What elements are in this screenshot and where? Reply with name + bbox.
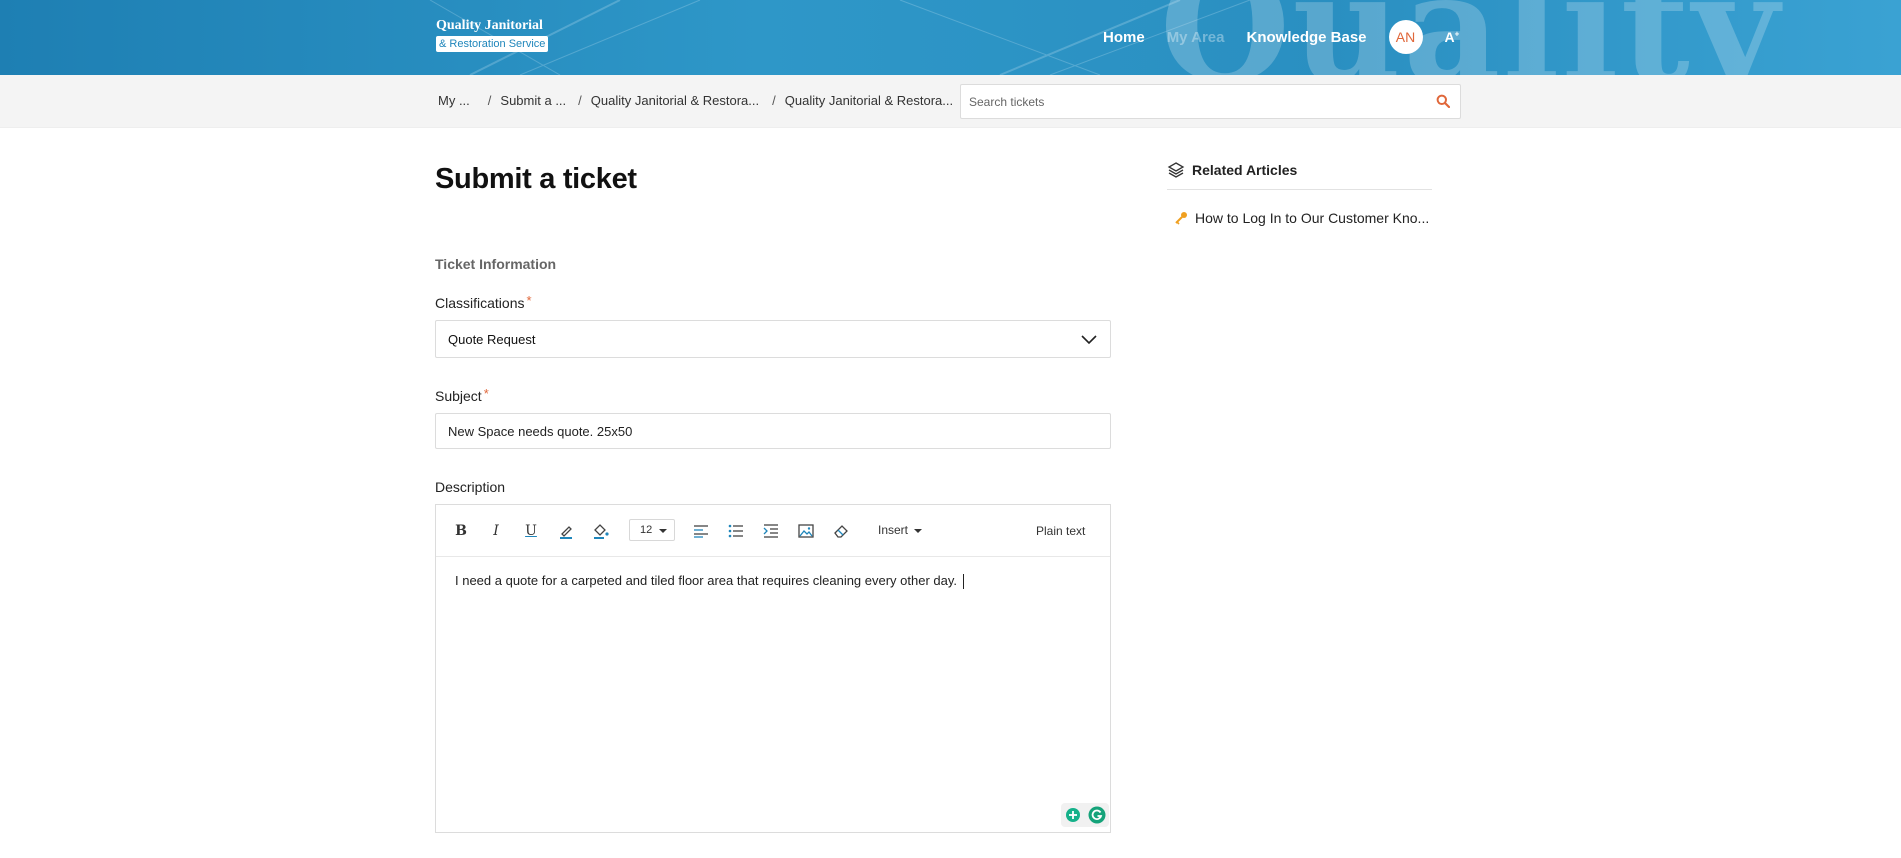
subject-value: New Space needs quote. 25x50: [448, 424, 633, 439]
paint-bucket-icon: [594, 524, 609, 539]
insert-label: Insert: [878, 523, 909, 537]
breadcrumb-item-submit[interactable]: Submit a ...: [500, 93, 566, 108]
clear-format-button[interactable]: [833, 522, 849, 540]
font-size-dropdown[interactable]: 12: [629, 519, 675, 541]
subject-label-text: Subject: [435, 388, 482, 404]
breadcrumb-bar: My ... / Submit a ... / Quality Janitori…: [0, 75, 1901, 128]
font-size-toggle[interactable]: A+: [1445, 29, 1460, 45]
search-icon[interactable]: [1436, 94, 1450, 108]
logo-line-2: & Restoration Service: [436, 36, 549, 52]
breadcrumb-item-my[interactable]: My ...: [438, 93, 470, 108]
bullet-list-icon: [728, 524, 743, 538]
plain-text-toggle[interactable]: Plain text: [1036, 524, 1085, 538]
related-articles-title: Related Articles: [1192, 162, 1298, 178]
grammarly-icon: [1088, 806, 1105, 824]
subject-label: Subject *: [435, 386, 489, 404]
logo-line-1: Quality Janitorial: [436, 18, 543, 33]
required-marker: *: [483, 386, 489, 401]
classifications-select[interactable]: Quote Request: [435, 320, 1111, 358]
top-header: Quality Quality Janitorial & Restoration…: [0, 0, 1901, 75]
description-text: I need a quote for a carpeted and tiled …: [455, 573, 958, 588]
font-toggle-label: A: [1444, 29, 1455, 45]
background-color-button[interactable]: [592, 522, 610, 540]
pen-icon: [560, 526, 572, 539]
caret-down-icon: [659, 529, 667, 533]
nav-home[interactable]: Home: [1103, 29, 1145, 46]
layers-icon: [1167, 162, 1185, 178]
editor-toolbar: B I U 12 Insert Plain text: [436, 505, 1110, 557]
underline-button[interactable]: U: [524, 522, 538, 540]
company-logo[interactable]: Quality Janitorial & Restoration Service: [436, 18, 558, 54]
indent-button[interactable]: [763, 522, 779, 540]
related-article-link[interactable]: How to Log In to Our Customer Kno...: [1174, 210, 1429, 226]
bullet-list-button[interactable]: [728, 522, 744, 540]
user-avatar[interactable]: AN: [1388, 20, 1423, 54]
chevron-down-icon: [1081, 335, 1097, 345]
grammarly-widget[interactable]: [1061, 803, 1109, 827]
breadcrumb: My ... / Submit a ... / Quality Janitori…: [438, 93, 953, 108]
align-left-icon: [694, 525, 708, 538]
text-cursor: [963, 574, 965, 590]
classifications-value: Quote Request: [448, 332, 536, 347]
classifications-label-text: Classifications: [435, 295, 525, 311]
image-icon: [798, 524, 814, 538]
indent-icon: [763, 524, 778, 538]
breadcrumb-separator: /: [772, 93, 776, 108]
section-title: Ticket Information: [435, 256, 557, 272]
caret-down-icon: [914, 528, 923, 533]
breadcrumb-separator: /: [578, 93, 582, 108]
text-color-button[interactable]: [557, 522, 575, 540]
font-size-value: 12: [640, 524, 653, 536]
nav-knowledge-base[interactable]: Knowledge Base: [1247, 29, 1367, 46]
description-editor: B I U 12 Insert Plain text I need a quot…: [435, 504, 1111, 833]
subject-input[interactable]: New Space needs quote. 25x50: [435, 413, 1111, 449]
search-input[interactable]: [969, 85, 1429, 118]
page-title: Submit a ticket: [435, 163, 637, 195]
nav-my-area[interactable]: My Area: [1167, 29, 1225, 46]
bold-button[interactable]: B: [454, 522, 468, 540]
related-articles-header: Related Articles: [1167, 161, 1297, 179]
breadcrumb-item-company-2[interactable]: Quality Janitorial & Restora...: [785, 93, 953, 108]
italic-button[interactable]: I: [489, 522, 503, 540]
breadcrumb-separator: /: [487, 93, 492, 108]
description-label: Description: [435, 479, 506, 495]
insert-image-button[interactable]: [798, 522, 814, 540]
classifications-label: Classifications *: [435, 293, 532, 311]
required-marker: *: [526, 293, 532, 308]
description-text-area[interactable]: I need a quote for a carpeted and tiled …: [455, 573, 965, 590]
breadcrumb-item-company-1[interactable]: Quality Janitorial & Restora...: [591, 93, 759, 108]
lightbulb-icon: [1065, 808, 1080, 822]
align-left-button[interactable]: [693, 522, 709, 540]
eraser-icon: [834, 525, 848, 538]
related-article-title: How to Log In to Our Customer Kno...: [1195, 210, 1430, 226]
key-icon: [1175, 212, 1187, 225]
insert-dropdown[interactable]: Insert: [878, 523, 923, 537]
main-nav: Home My Area Knowledge Base AN A+: [1103, 20, 1459, 54]
divider: [1167, 189, 1432, 190]
search-box: [960, 84, 1461, 119]
